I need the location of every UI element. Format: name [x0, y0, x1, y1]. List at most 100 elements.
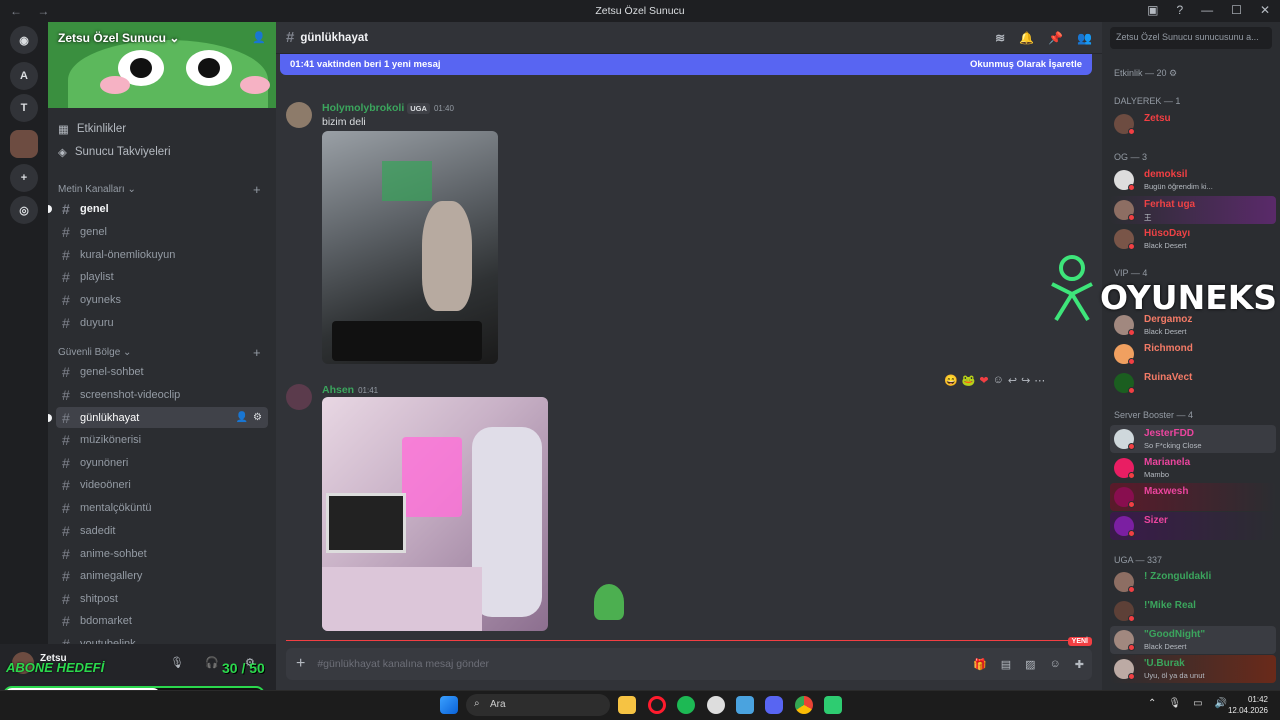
member-item[interactable]: Maxwesh	[1110, 483, 1276, 511]
apps-icon[interactable]: ✚	[1075, 658, 1084, 671]
spotify-icon[interactable]	[677, 696, 695, 714]
server-icon-a[interactable]: A	[10, 62, 38, 90]
member-item[interactable]: 'U.Burak Uyu, öl ya da unut	[1110, 655, 1276, 683]
channel-muzik[interactable]: # müzikönerisi	[56, 429, 268, 450]
help-icon[interactable]: ?	[1176, 3, 1183, 17]
channel-mental[interactable]: # mentalçöküntü	[56, 497, 268, 518]
forward-icon[interactable]: ↪	[1021, 374, 1030, 387]
channel-gunlukhayat[interactable]: # günlükhayat 👤 ⚙	[48, 407, 268, 428]
message-input[interactable]: #günlükhayat kanalına mesaj gönder	[317, 658, 489, 670]
avatar[interactable]	[286, 102, 312, 128]
react-emoji-icon[interactable]: 🐸	[962, 374, 976, 387]
app-icon[interactable]	[736, 696, 754, 714]
file-explorer-icon[interactable]	[618, 696, 636, 714]
sticker-icon[interactable]: ▨	[1025, 658, 1035, 671]
member-item[interactable]: Richmond	[1110, 340, 1276, 368]
emoji-icon[interactable]: ☺	[1050, 658, 1061, 671]
add-channel-icon[interactable]: +	[253, 182, 261, 197]
gift-icon[interactable]: 🎁	[973, 658, 987, 671]
inbox-icon[interactable]: ▣	[1147, 3, 1158, 17]
attach-icon[interactable]: +	[296, 655, 305, 673]
channel-anime-sohbet[interactable]: # anime-sohbet	[56, 543, 268, 564]
gif-icon[interactable]: ▤	[1001, 658, 1011, 671]
threads-icon[interactable]: ≋	[995, 31, 1005, 45]
settings-icon[interactable]: ⚙	[253, 412, 262, 423]
channel-bdomarket[interactable]: # bdomarket	[56, 610, 268, 631]
volume-icon[interactable]: 🔊	[1215, 698, 1227, 709]
member-item[interactable]: Ferhat uga 王	[1110, 196, 1276, 224]
member-item[interactable]: HüsoDayı Black Desert	[1110, 225, 1276, 253]
bell-icon[interactable]: 🔔	[1019, 31, 1034, 45]
channel-playlist[interactable]: # playlist	[56, 266, 268, 287]
pin-icon[interactable]: 📌	[1048, 31, 1063, 45]
channel-animegallery[interactable]: # animegallery	[56, 565, 268, 586]
start-icon[interactable]	[440, 696, 458, 714]
channel-sadedit[interactable]: # sadedit	[56, 520, 268, 541]
channel-shitpost[interactable]: # shitpost	[56, 588, 268, 609]
events-link[interactable]: ▦ Etkinlikler	[58, 118, 126, 140]
chrome-icon[interactable]	[795, 696, 813, 714]
server-name[interactable]: Zetsu Özel Sunucu ⌄	[58, 31, 179, 45]
more-icon[interactable]: ⋯	[1034, 374, 1045, 387]
mic-icon[interactable]: 🎙	[1168, 698, 1181, 709]
taskbar-search[interactable]: ⌕ Ara	[466, 694, 610, 716]
channel-duyuru[interactable]: # duyuru	[56, 312, 268, 333]
channel-genel-sohbet[interactable]: # genel-sohbet	[56, 361, 268, 382]
category-safe[interactable]: Güvenli Bölge ⌄ +	[58, 345, 261, 360]
member-item[interactable]: Sizer	[1110, 512, 1276, 540]
message-composer[interactable]: + #günlükhayat kanalına mesaj gönder 🎁 ▤…	[286, 648, 1092, 680]
app-icon-green[interactable]	[824, 696, 842, 714]
steam-icon[interactable]	[707, 696, 725, 714]
boosts-link[interactable]: ◈ Sunucu Takviyeleri	[58, 141, 171, 163]
mark-read-button[interactable]: Okunmuş Olarak İşaretle	[970, 59, 1082, 70]
explore-icon[interactable]: ◎	[10, 196, 38, 224]
chevron-up-icon[interactable]: ⌃	[1148, 698, 1156, 709]
minimize-button[interactable]: —	[1201, 3, 1213, 17]
close-button[interactable]: ✕	[1260, 3, 1270, 17]
channel-oyuneks[interactable]: # oyuneks	[56, 289, 268, 310]
react-heart-icon[interactable]: ❤	[979, 374, 988, 387]
member-item[interactable]: "GoodNight" Black Desert	[1110, 626, 1276, 654]
members-icon[interactable]: 👥	[1077, 31, 1092, 45]
member-item[interactable]: RuinaVect	[1110, 369, 1276, 397]
network-icon[interactable]: ▭	[1193, 698, 1202, 709]
channel-genel[interactable]: # genel	[48, 198, 268, 219]
search-input[interactable]: Zetsu Özel Sunucu sunucusunu a...	[1110, 27, 1272, 49]
member-item[interactable]: JesterFDD So F*cking Close	[1110, 425, 1276, 453]
channel-screenshot[interactable]: # screenshot-videoclip	[56, 384, 268, 405]
add-channel-icon[interactable]: +	[253, 345, 261, 360]
server-icon-zetsu[interactable]	[10, 130, 38, 158]
message-author[interactable]: Ahsen 01:41	[322, 384, 378, 396]
message-author[interactable]: Holymolybrokoli UGA 01:40	[322, 102, 454, 114]
avatar[interactable]	[286, 384, 312, 410]
discord-home-icon[interactable]: ◉	[10, 26, 38, 54]
channel-genel-2[interactable]: # genel	[56, 221, 268, 242]
category-text[interactable]: Metin Kanalları ⌄ +	[58, 182, 261, 197]
clock[interactable]: 01:42 12.04.2026	[1228, 694, 1268, 716]
member-item[interactable]: Zetsu	[1110, 110, 1276, 138]
react-emoji-icon[interactable]: 😄	[944, 374, 958, 387]
new-messages-bar[interactable]: 01:41 vaktinden beri 1 yeni mesaj Okunmu…	[280, 54, 1092, 75]
member-item[interactable]: ! Zzonguldakli	[1110, 568, 1276, 596]
channel-kural[interactable]: # kural-önemliokuyun	[56, 244, 268, 265]
opera-icon[interactable]	[648, 696, 666, 714]
member-item[interactable]: demoksil Bugün öğrendim ki...	[1110, 166, 1276, 194]
member-item[interactable]: !'Mike Real	[1110, 597, 1276, 625]
channel-videooneri[interactable]: # videoöneri	[56, 474, 268, 495]
server-icon-t[interactable]: T	[10, 94, 38, 122]
headphones-icon[interactable]: 🎧	[205, 656, 219, 669]
channel-oyunoneri[interactable]: # oyunöneri	[56, 452, 268, 473]
invite-icon[interactable]: 👤	[236, 412, 248, 423]
setup-photo[interactable]	[322, 397, 548, 631]
add-reaction-icon[interactable]: ☺	[993, 374, 1004, 387]
maximize-button[interactable]: ☐	[1231, 3, 1242, 17]
reply-icon[interactable]: ↩	[1008, 374, 1017, 387]
add-server-icon[interactable]: +	[10, 164, 38, 192]
member-category: Etkinlik — 20 ⚙	[1114, 68, 1178, 78]
member-item[interactable]: Marianela Mambo	[1110, 454, 1276, 482]
mic-icon[interactable]: 🎙	[170, 656, 184, 669]
invite-icon[interactable]: 👤	[252, 31, 266, 44]
cat-photo[interactable]	[322, 131, 498, 364]
discord-icon[interactable]	[765, 696, 783, 714]
channel-youtubelink[interactable]: # youtubelink	[56, 633, 268, 645]
